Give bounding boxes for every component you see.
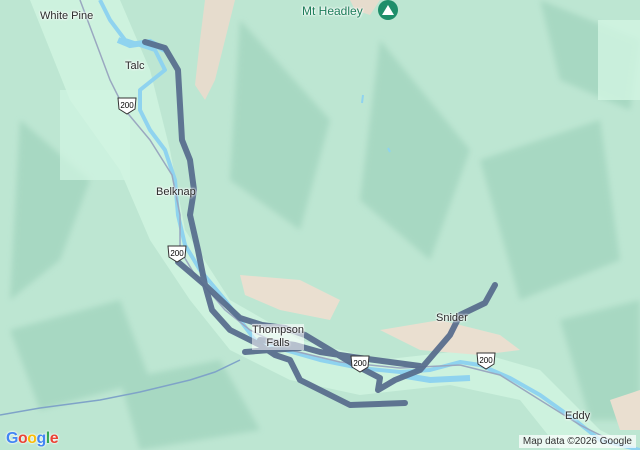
valley-flat — [598, 20, 640, 100]
map-canvas[interactable]: 200 200 200 200 White Pine Talc Belknap … — [0, 0, 640, 450]
place-label-thompson-falls[interactable]: Thompson Falls — [252, 324, 304, 350]
route-200-shield: 200 — [167, 245, 187, 263]
place-label-white-pine[interactable]: White Pine — [40, 10, 93, 22]
logo-letter: o — [17, 430, 28, 447]
logo-letter: e — [49, 430, 59, 447]
route-200-shield: 200 — [476, 352, 496, 370]
map-base-layer — [0, 0, 640, 450]
google-logo: Google — [6, 430, 59, 448]
route-shield-label: 200 — [120, 101, 134, 110]
route-shield-label: 200 — [170, 249, 184, 258]
place-label-belknap[interactable]: Belknap — [156, 186, 196, 198]
place-label-eddy[interactable]: Eddy — [565, 410, 590, 422]
place-label-line: Thompson — [252, 324, 304, 336]
stream — [361, 94, 364, 104]
route-200-shield: 200 — [350, 355, 370, 373]
mountain-peak-icon[interactable] — [378, 0, 398, 20]
place-label-line: Falls — [266, 337, 290, 349]
route-shield-label: 200 — [479, 356, 493, 365]
map-attribution[interactable]: Map data ©2026 Google — [518, 435, 636, 448]
logo-letter: g — [36, 430, 47, 447]
route-200-shield: 200 — [117, 97, 137, 115]
place-label-snider[interactable]: Snider — [436, 312, 468, 324]
logo-letter: G — [6, 430, 18, 447]
logo-letter: o — [27, 430, 37, 447]
route-shield-label: 200 — [353, 359, 367, 368]
place-label-talc[interactable]: Talc — [125, 60, 145, 72]
peak-label-mt-headley[interactable]: Mt Headley — [302, 4, 363, 18]
